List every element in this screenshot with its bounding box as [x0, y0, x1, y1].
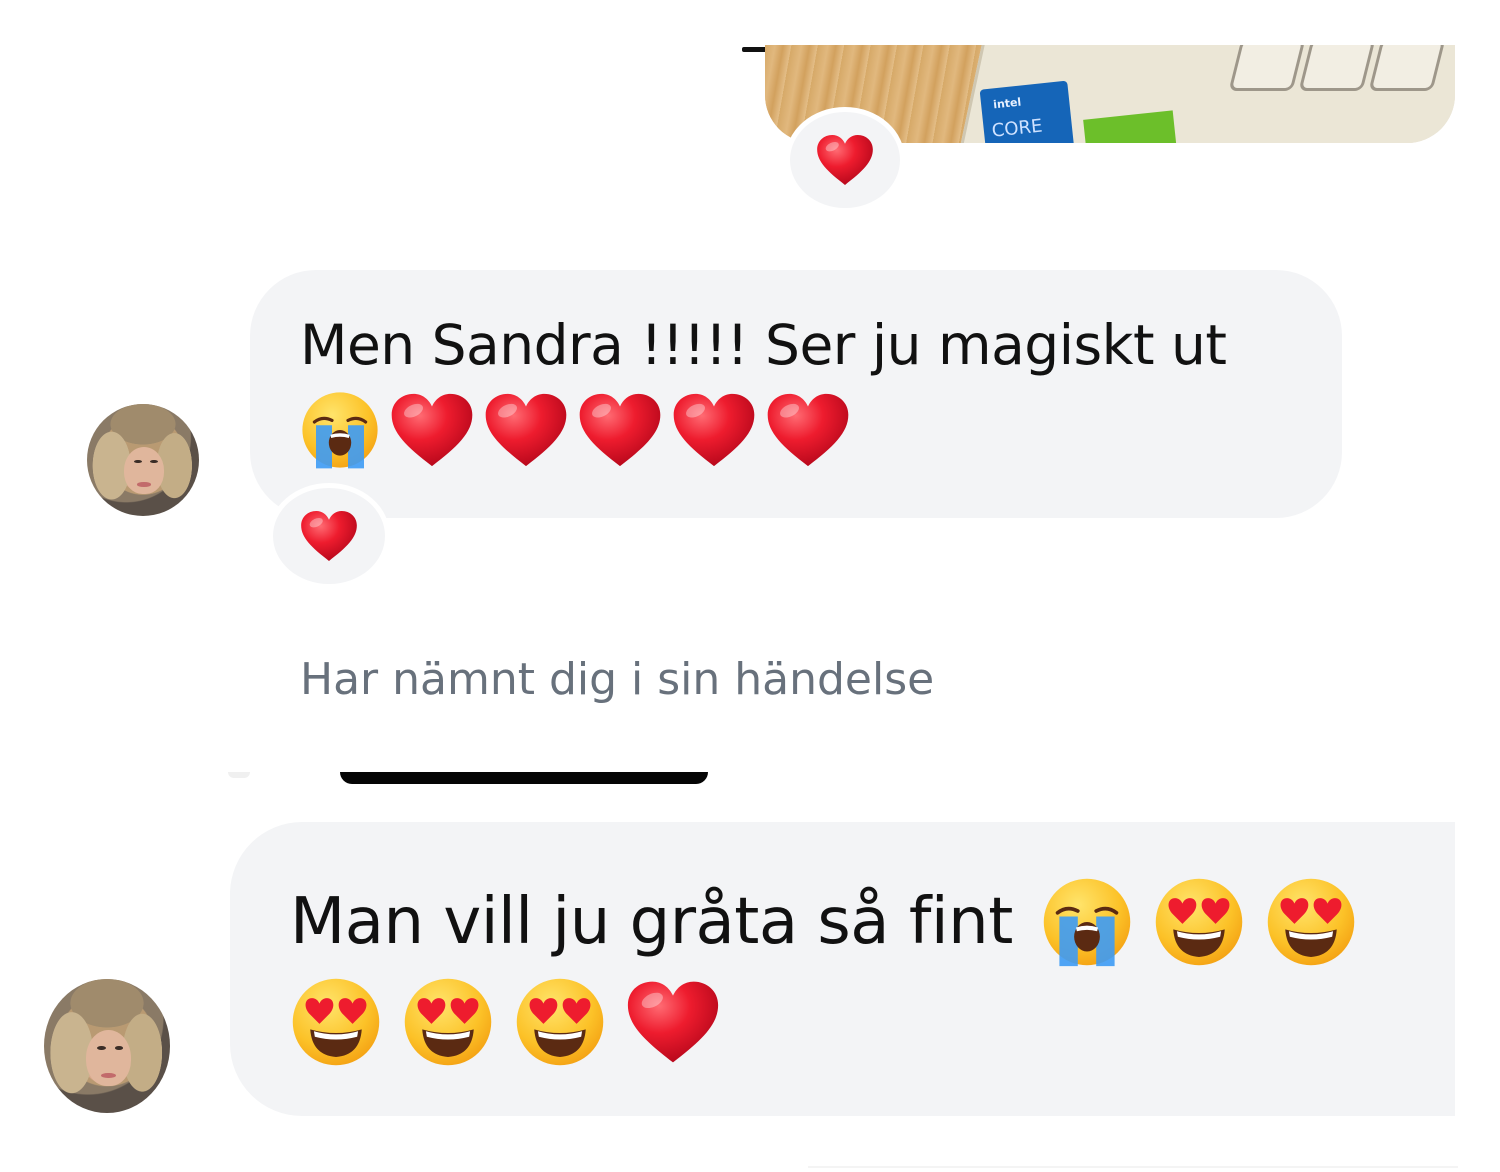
photo-key: [1368, 45, 1446, 91]
avatar[interactable]: [87, 404, 199, 516]
heart-icon: [626, 977, 720, 1067]
message-line: Man vill ju gråta så fint: [290, 876, 1490, 968]
heart-icon: [300, 509, 358, 563]
photo-key: [1298, 45, 1376, 91]
heart-icon: [672, 391, 756, 469]
chat-screen: intel CORE Men Sandra !!!!! Ser ju magisk…: [0, 0, 1500, 1172]
heart-eyes-face-icon: [1265, 876, 1357, 968]
heart-eyes-face-icon: [514, 976, 606, 1068]
reaction-heart-badge[interactable]: [268, 483, 390, 589]
heart-eyes-face-icon: [402, 976, 494, 1068]
story-preview[interactable]: ·········: [340, 772, 708, 784]
story-mention-notice: Har nämnt dig i sin händelse: [300, 654, 935, 705]
photo-sticker: intel CORE: [979, 80, 1075, 143]
heart-icon: [816, 133, 874, 187]
crying-face-icon: [1041, 876, 1133, 968]
story-preview-edge: [228, 772, 250, 778]
heart-icon: [484, 391, 568, 469]
crying-face-icon: [300, 390, 380, 470]
reaction-heart-badge[interactable]: [785, 107, 905, 213]
divider: [808, 1166, 1458, 1168]
screen-edge: [1455, 0, 1500, 1172]
message-text: Man vill ju gråta så fint: [290, 885, 1013, 959]
heart-icon: [578, 391, 662, 469]
emoji-row: [300, 390, 1292, 470]
emoji-row: [290, 976, 1490, 1068]
heart-eyes-face-icon: [290, 976, 382, 1068]
heart-eyes-face-icon: [1153, 876, 1245, 968]
photo-key: [1228, 45, 1306, 91]
heart-icon: [390, 391, 474, 469]
message-text: Men Sandra !!!!! Ser ju magiskt ut: [300, 313, 1227, 377]
avatar[interactable]: [44, 979, 170, 1113]
message-bubble[interactable]: Man vill ju gråta så fint: [230, 822, 1490, 1116]
heart-icon: [766, 391, 850, 469]
message-bubble[interactable]: Men Sandra !!!!! Ser ju magiskt ut: [250, 270, 1342, 518]
